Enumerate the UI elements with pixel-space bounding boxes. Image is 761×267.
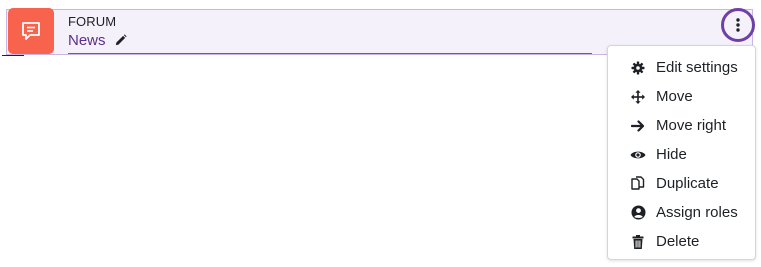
menu-item-label: Edit settings <box>656 59 738 76</box>
activity-name-link[interactable]: News <box>68 32 106 49</box>
activity-actions-menu-button[interactable] <box>721 8 755 42</box>
gear-icon <box>629 59 647 77</box>
divider <box>2 55 24 56</box>
menu-item-move-right[interactable]: Move right <box>608 111 755 140</box>
duplicate-icon <box>629 175 647 193</box>
menu-item-label: Move right <box>656 117 727 134</box>
speech-bubble-icon <box>22 22 40 40</box>
menu-item-label: Hide <box>656 146 687 163</box>
arrow-right-icon <box>629 117 647 135</box>
kebab-vertical-icon <box>736 18 740 32</box>
move-arrows-icon <box>629 88 647 106</box>
menu-item-delete[interactable]: Delete <box>608 227 755 256</box>
menu-item-label: Duplicate <box>656 175 719 192</box>
forum-activity-icon <box>8 8 54 54</box>
menu-item-duplicate[interactable]: Duplicate <box>608 169 755 198</box>
pencil-edit-icon[interactable] <box>114 34 127 47</box>
menu-item-hide[interactable]: Hide <box>608 140 755 169</box>
activity-actions-menu: Edit settings Move Move right Hide Dupli… <box>607 45 756 260</box>
eye-icon <box>629 146 647 164</box>
trash-icon <box>629 233 647 251</box>
menu-item-label: Assign roles <box>656 204 738 221</box>
activity-type-label: FORUM <box>68 14 117 29</box>
name-underline <box>68 53 592 54</box>
menu-item-move[interactable]: Move <box>608 82 755 111</box>
menu-item-assign-roles[interactable]: Assign roles <box>608 198 755 227</box>
menu-item-label: Move <box>656 88 693 105</box>
menu-item-edit-settings[interactable]: Edit settings <box>608 53 755 82</box>
menu-item-label: Delete <box>656 233 700 250</box>
activity-name[interactable]: News <box>68 32 127 49</box>
user-circle-icon <box>629 204 647 222</box>
